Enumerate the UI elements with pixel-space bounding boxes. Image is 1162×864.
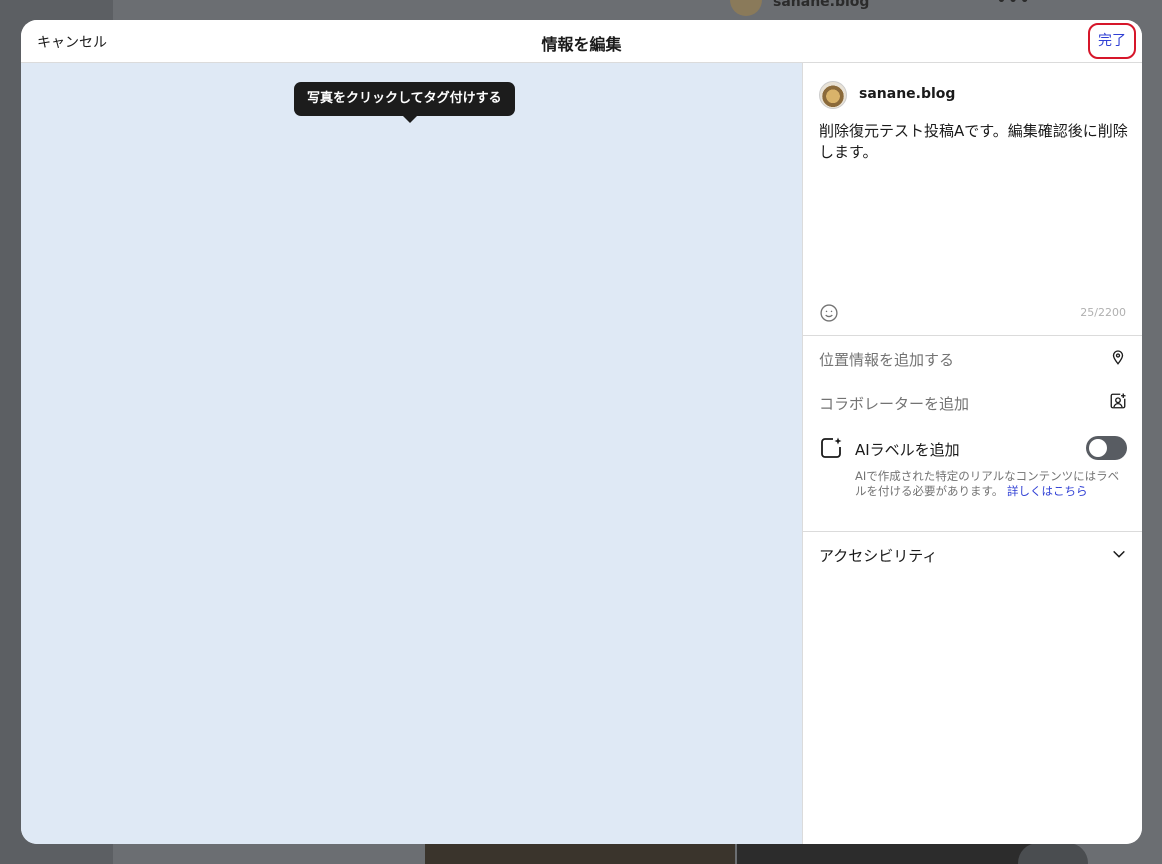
sparkle-square-icon xyxy=(821,437,842,458)
photo-tag-area[interactable]: 写真をクリックしてタグ付けする xyxy=(21,63,802,844)
add-location-row[interactable]: 位置情報を追加する xyxy=(819,346,1127,370)
ai-label-toggle[interactable] xyxy=(1086,436,1127,460)
divider xyxy=(803,335,1142,336)
character-count: 25/2200 xyxy=(1080,306,1126,319)
author-username: sanane.blog xyxy=(859,86,956,102)
chevron-down-icon xyxy=(1113,550,1125,558)
modal-header: キャンセル 情報を編集 完了 xyxy=(21,20,1142,63)
background-username: sanane.blog xyxy=(773,0,870,10)
add-person-icon xyxy=(1110,393,1126,409)
background-post-header: sanane.blog ••• xyxy=(715,0,1049,18)
edit-info-modal: キャンセル 情報を編集 完了 写真をクリックしてタグ付けする sanane.bl… xyxy=(21,20,1142,844)
accessibility-row[interactable]: アクセシビリティ xyxy=(819,544,1127,568)
map-pin-icon xyxy=(1112,350,1124,365)
add-collaborator-label: コラボレーターを追加 xyxy=(819,395,970,413)
tag-tooltip-text: 写真をクリックしてタグ付けする xyxy=(307,91,502,106)
modal-title: 情報を編集 xyxy=(541,35,622,54)
caption-input[interactable]: 削除復元テスト投稿Aです。編集確認後に削除します。 xyxy=(819,121,1131,163)
add-location-label: 位置情報を追加する xyxy=(819,351,955,369)
more-horizontal-icon: ••• xyxy=(996,0,1031,11)
accessibility-label: アクセシビリティ xyxy=(819,547,938,565)
background-thumbnail xyxy=(425,842,735,864)
ai-label-help: AIで作成された特定のリアルなコンテンツにはラベルを付ける必要があります。 詳し… xyxy=(855,469,1127,499)
details-sidebar: sanane.blog 削除復元テスト投稿Aです。編集確認後に削除します。 25… xyxy=(802,63,1142,844)
tooltip-arrow xyxy=(403,116,417,123)
toggle-knob xyxy=(1089,439,1107,457)
background-avatar xyxy=(730,0,762,16)
avatar xyxy=(819,81,847,109)
ai-label-title: AIラベルを追加 xyxy=(855,441,960,459)
add-collaborator-row[interactable]: コラボレーターを追加 xyxy=(819,390,1127,414)
smiley-icon[interactable] xyxy=(819,303,839,323)
background-message-button xyxy=(1018,843,1088,864)
done-button[interactable]: 完了 xyxy=(1088,23,1136,59)
background-thumbnail xyxy=(737,842,1047,864)
learn-more-link[interactable]: 詳しくはこちら xyxy=(1007,484,1088,498)
divider xyxy=(803,531,1142,532)
tag-tooltip: 写真をクリックしてタグ付けする xyxy=(294,82,515,123)
